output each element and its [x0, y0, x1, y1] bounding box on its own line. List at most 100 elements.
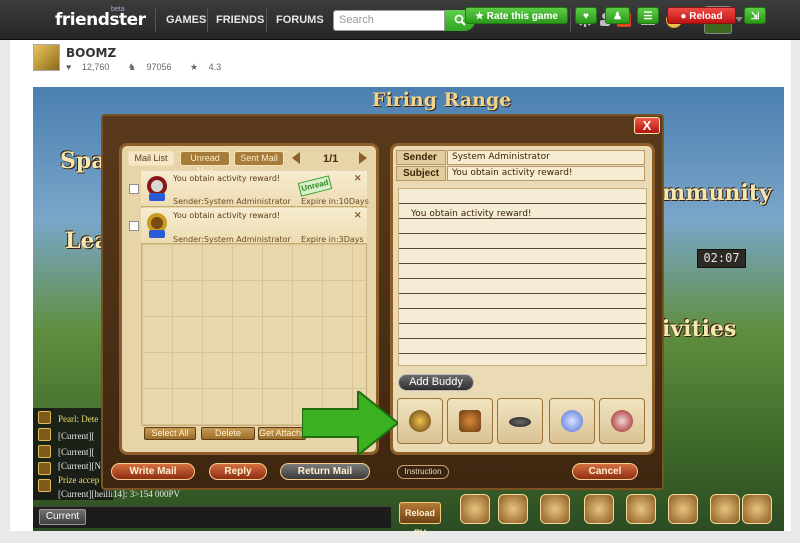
nav-games[interactable]: GAMES	[166, 14, 206, 26]
tab-mail-list[interactable]: Mail List	[128, 151, 174, 166]
chat-scroll-down-icon[interactable]	[38, 462, 51, 475]
bag-icon[interactable]	[498, 494, 528, 524]
ring-icon	[611, 410, 633, 432]
helmet-icon	[409, 410, 431, 432]
search-input[interactable]: Search	[333, 10, 445, 31]
tab-unread-mail[interactable]: Unread Mail	[180, 151, 230, 176]
attachment-slot[interactable]	[447, 398, 493, 444]
write-mail-button[interactable]: Write Mail	[111, 463, 195, 480]
subject-label: Subject	[396, 166, 446, 181]
delete-button[interactable]: Delete	[201, 427, 255, 440]
reload-button[interactable]: ● Reload	[667, 7, 736, 24]
expand-icon: ⇲	[750, 11, 760, 22]
subject-value: You obtain activity reward!	[447, 166, 645, 181]
settings-icon[interactable]	[710, 494, 740, 524]
logo-beta-tag: beta	[111, 6, 125, 13]
chat-input-bar[interactable]	[33, 506, 391, 528]
mail-sender: Sender:System Administrator	[173, 235, 291, 244]
get-attachment-button[interactable]: Get Attachment	[258, 427, 306, 440]
chat-line: Prize accep	[58, 475, 100, 485]
reward-helmet-icon	[147, 213, 167, 238]
reload-icon: ●	[680, 11, 687, 22]
nav-separator	[207, 8, 208, 32]
scene-label: Spa	[60, 148, 106, 174]
close-dialog-button[interactable]: X	[634, 117, 660, 134]
list-icon: ☰	[643, 11, 653, 22]
chat-channel-icon[interactable]	[38, 428, 51, 441]
scene-label: ivities	[662, 316, 737, 342]
star-icon: ★	[190, 62, 199, 72]
select-all-button[interactable]: Select All	[144, 427, 196, 440]
nav-separator	[570, 8, 571, 32]
mail-expiry: Expire in:10Days	[301, 197, 369, 206]
friends-icon[interactable]	[584, 494, 614, 524]
rating: ★ 4.3	[190, 62, 222, 72]
players-icon: ♞	[127, 62, 136, 72]
chat-channel-tab[interactable]: Current	[39, 509, 86, 525]
delete-mail-icon[interactable]: ✕	[354, 173, 362, 184]
game-title: BOOMZ	[66, 46, 117, 60]
chat-line: [Current][	[58, 447, 95, 457]
mail-subject: You obtain activity reward!	[173, 174, 281, 183]
reload-pv-button[interactable]: Reload PV	[399, 502, 441, 538]
chevron-down-icon[interactable]	[735, 17, 743, 22]
list-button[interactable]: ☰	[637, 7, 659, 24]
friendster-logo[interactable]: friendster	[55, 10, 146, 30]
game-thumbnail	[33, 44, 60, 71]
craft-icon[interactable]	[540, 494, 570, 524]
heart-icon: ♥	[66, 62, 72, 72]
nav-separator	[155, 8, 156, 32]
prev-page-icon[interactable]	[292, 152, 300, 164]
invite-button[interactable]: ♟	[605, 7, 630, 24]
guild-icon[interactable]	[626, 494, 656, 524]
rate-game-button[interactable]: ★ Rate this game	[465, 7, 568, 24]
sender-value: System Administrator	[447, 150, 645, 165]
logo-text: friendster	[55, 10, 146, 30]
armor-icon	[459, 410, 481, 432]
countdown-timer: 02:07	[697, 249, 746, 268]
glasses-icon	[509, 417, 531, 427]
heart-icon: ♥	[583, 11, 589, 22]
shop-icon[interactable]	[460, 494, 490, 524]
favorite-button[interactable]: ♥	[575, 7, 597, 24]
chat-channel-icon[interactable]	[38, 411, 51, 424]
cancel-button[interactable]: Cancel	[572, 463, 638, 480]
nav-separator	[266, 8, 267, 32]
attachment-slot[interactable]	[497, 398, 543, 444]
reward-helmet-icon	[147, 176, 167, 201]
wing-icon	[561, 410, 583, 432]
group-icon: ♟	[613, 11, 622, 22]
tab-sent-mail[interactable]: Sent Mail	[234, 151, 284, 166]
scene-label: mmunity	[662, 180, 772, 206]
plays-count: ♞ 97056	[127, 62, 172, 72]
nav-friends[interactable]: FRIENDS	[216, 14, 264, 26]
mail-checkbox[interactable]	[129, 184, 139, 194]
chat-line: Pearl: Dete	[58, 414, 99, 424]
next-page-icon[interactable]	[359, 152, 367, 164]
mail-checkbox[interactable]	[129, 221, 139, 231]
add-buddy-button[interactable]: Add Buddy	[398, 374, 474, 391]
chat-scroll-up-icon[interactable]	[38, 445, 51, 458]
attachment-slot[interactable]	[549, 398, 595, 444]
delete-mail-icon[interactable]: ✕	[354, 210, 362, 221]
game-scene-heading: Firing Range	[372, 89, 512, 111]
instruction-button[interactable]: Instruction	[397, 465, 449, 479]
reply-button[interactable]: Reply	[209, 463, 267, 480]
game-stats: ♥ 12,760 ♞ 97056 ★ 4.3	[66, 62, 237, 73]
nav-forums[interactable]: FORUMS	[276, 14, 324, 26]
mail-icon[interactable]	[668, 494, 698, 524]
return-mail-button[interactable]: Return Mail	[280, 463, 370, 480]
chat-line: [Current][N	[58, 461, 101, 471]
chat-line: [Current][heilli14]: 3>154 000PV	[58, 489, 181, 499]
attachment-slot[interactable]	[397, 398, 443, 444]
fullscreen-button[interactable]: ⇲	[744, 7, 766, 24]
star-icon: ★	[475, 11, 485, 22]
door-icon[interactable]	[742, 494, 772, 524]
likes-count: ♥ 12,760	[66, 62, 110, 72]
game-menu-icons	[460, 494, 772, 528]
attachment-slot[interactable]	[599, 398, 645, 444]
pointer-arrow-icon	[302, 391, 398, 455]
sender-label: Sender	[396, 150, 446, 165]
chat-scroll-end-icon[interactable]	[38, 479, 51, 492]
mail-expiry: Expire in:3Days	[301, 235, 364, 244]
